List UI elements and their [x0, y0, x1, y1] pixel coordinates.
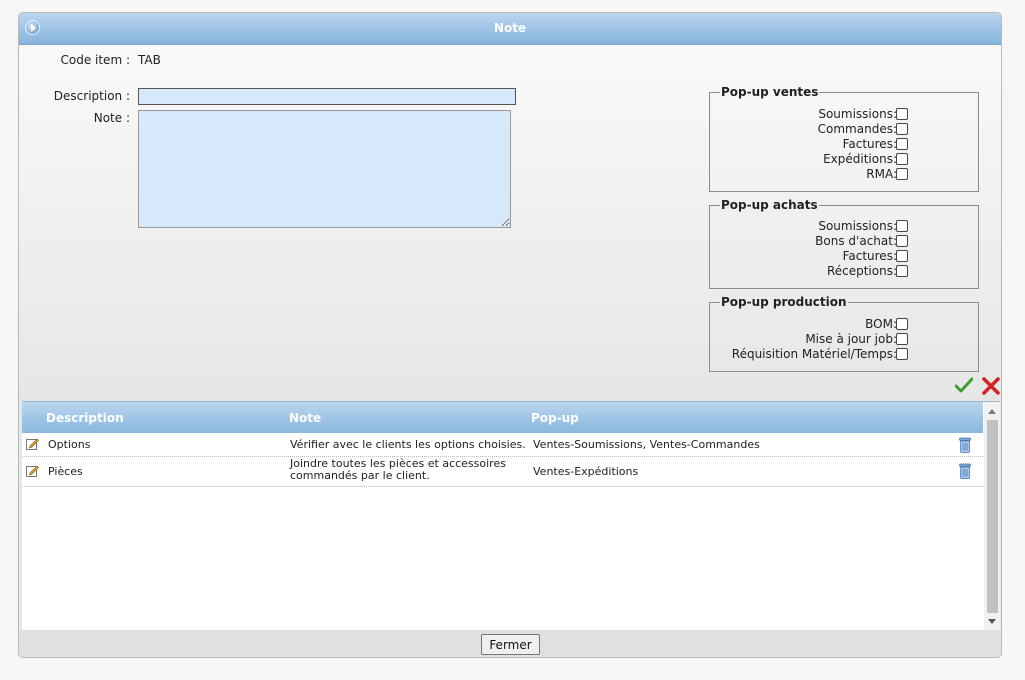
popup-ventes-option: Factures:	[710, 137, 978, 152]
option-label: Soumissions:	[818, 107, 897, 121]
trash-can-icon[interactable]	[959, 463, 971, 479]
column-header-popup[interactable]: Pop-up	[531, 411, 579, 425]
popup-achats-option: Factures:	[710, 249, 978, 264]
pencil-icon[interactable]	[26, 437, 39, 450]
option-label: Bons d'achat:	[815, 234, 897, 248]
option-label: Commandes:	[817, 122, 897, 136]
popup-achats-group: Pop-up achats Soumissions: Bons d'achat:…	[709, 198, 979, 289]
close-button[interactable]: Fermer	[481, 634, 540, 655]
option-label: Réceptions:	[826, 264, 897, 278]
popup-production-option: Mise à jour job:	[710, 332, 978, 347]
scroll-down-arrow-icon[interactable]	[988, 619, 996, 624]
scroll-up-arrow-icon[interactable]	[988, 409, 996, 414]
trash-can-icon[interactable]	[959, 437, 971, 453]
description-input[interactable]	[138, 88, 516, 105]
option-label: Mise à jour job:	[805, 332, 897, 346]
checkbox[interactable]	[896, 348, 908, 360]
row-note: Vérifier avec le clients les options cho…	[290, 438, 526, 451]
title-bar: Note	[19, 13, 1001, 45]
dialog-footer: Fermer	[19, 630, 1001, 657]
grid-header: Description Note Pop-up	[22, 402, 983, 433]
column-header-description[interactable]: Description	[46, 411, 124, 425]
row-popup: Ventes-Expéditions	[533, 465, 639, 478]
code-item-label: Code item :	[60, 53, 130, 67]
popup-production-group: Pop-up production BOM: Mise à jour job: …	[709, 295, 979, 372]
row-description: Options	[48, 438, 91, 451]
checkbox[interactable]	[896, 235, 908, 247]
checkbox[interactable]	[896, 138, 908, 150]
checkbox[interactable]	[896, 108, 908, 120]
note-textarea[interactable]	[138, 110, 511, 228]
popup-achats-legend: Pop-up achats	[721, 198, 818, 212]
note-dialog: Note Code item : TAB Description : Note …	[18, 12, 1002, 658]
option-label: Factures:	[842, 137, 897, 151]
popup-achats-option: Soumissions:	[710, 219, 978, 234]
popup-production-legend: Pop-up production	[721, 295, 847, 309]
checkbox[interactable]	[896, 250, 908, 262]
option-label: Factures:	[842, 249, 897, 263]
checkbox[interactable]	[896, 123, 908, 135]
popup-production-option: BOM:	[710, 317, 978, 332]
navigate-arrow-icon[interactable]	[25, 20, 40, 35]
pencil-icon[interactable]	[26, 464, 39, 477]
column-header-note[interactable]: Note	[289, 411, 321, 425]
checkbox[interactable]	[896, 265, 908, 277]
notes-grid: Description Note Pop-up Options Vérifier…	[22, 401, 1000, 631]
popup-ventes-option: Commandes:	[710, 122, 978, 137]
checkbox[interactable]	[896, 318, 908, 330]
option-label: Expéditions:	[823, 152, 897, 166]
popup-ventes-legend: Pop-up ventes	[721, 85, 819, 99]
dialog-title: Note	[493, 21, 527, 35]
code-item-value: TAB	[138, 53, 161, 67]
checkbox[interactable]	[896, 333, 908, 345]
popup-ventes-option: Soumissions:	[710, 107, 978, 122]
checkbox[interactable]	[896, 168, 908, 180]
popup-production-option: Réquisition Matériel/Temps:	[710, 347, 978, 362]
option-label: BOM:	[865, 317, 897, 331]
vertical-scrollbar[interactable]	[984, 402, 1000, 631]
popup-ventes-option: RMA:	[710, 167, 978, 182]
table-row[interactable]: Pièces Joindre toutes les pièces et acce…	[22, 457, 983, 487]
row-note: Joindre toutes les pièces et accessoires…	[290, 457, 506, 482]
popup-achats-option: Réceptions:	[710, 264, 978, 279]
popup-ventes-group: Pop-up ventes Soumissions: Commandes: Fa…	[709, 85, 979, 192]
scrollbar-thumb[interactable]	[987, 420, 998, 613]
option-label: Réquisition Matériel/Temps:	[731, 347, 897, 361]
row-description: Pièces	[48, 465, 83, 478]
popup-ventes-option: Expéditions:	[710, 152, 978, 167]
checkbox[interactable]	[896, 153, 908, 165]
red-x-icon[interactable]	[982, 377, 1000, 395]
checkmark-icon[interactable]	[955, 377, 973, 393]
option-label: RMA:	[866, 167, 897, 181]
note-label: Note :	[93, 111, 130, 125]
row-popup: Ventes-Soumissions, Ventes-Commandes	[533, 438, 760, 451]
option-label: Soumissions:	[818, 219, 897, 233]
checkbox[interactable]	[896, 220, 908, 232]
description-label: Description :	[53, 89, 130, 103]
popup-achats-option: Bons d'achat:	[710, 234, 978, 249]
table-row[interactable]: Options Vérifier avec le clients les opt…	[22, 434, 983, 457]
